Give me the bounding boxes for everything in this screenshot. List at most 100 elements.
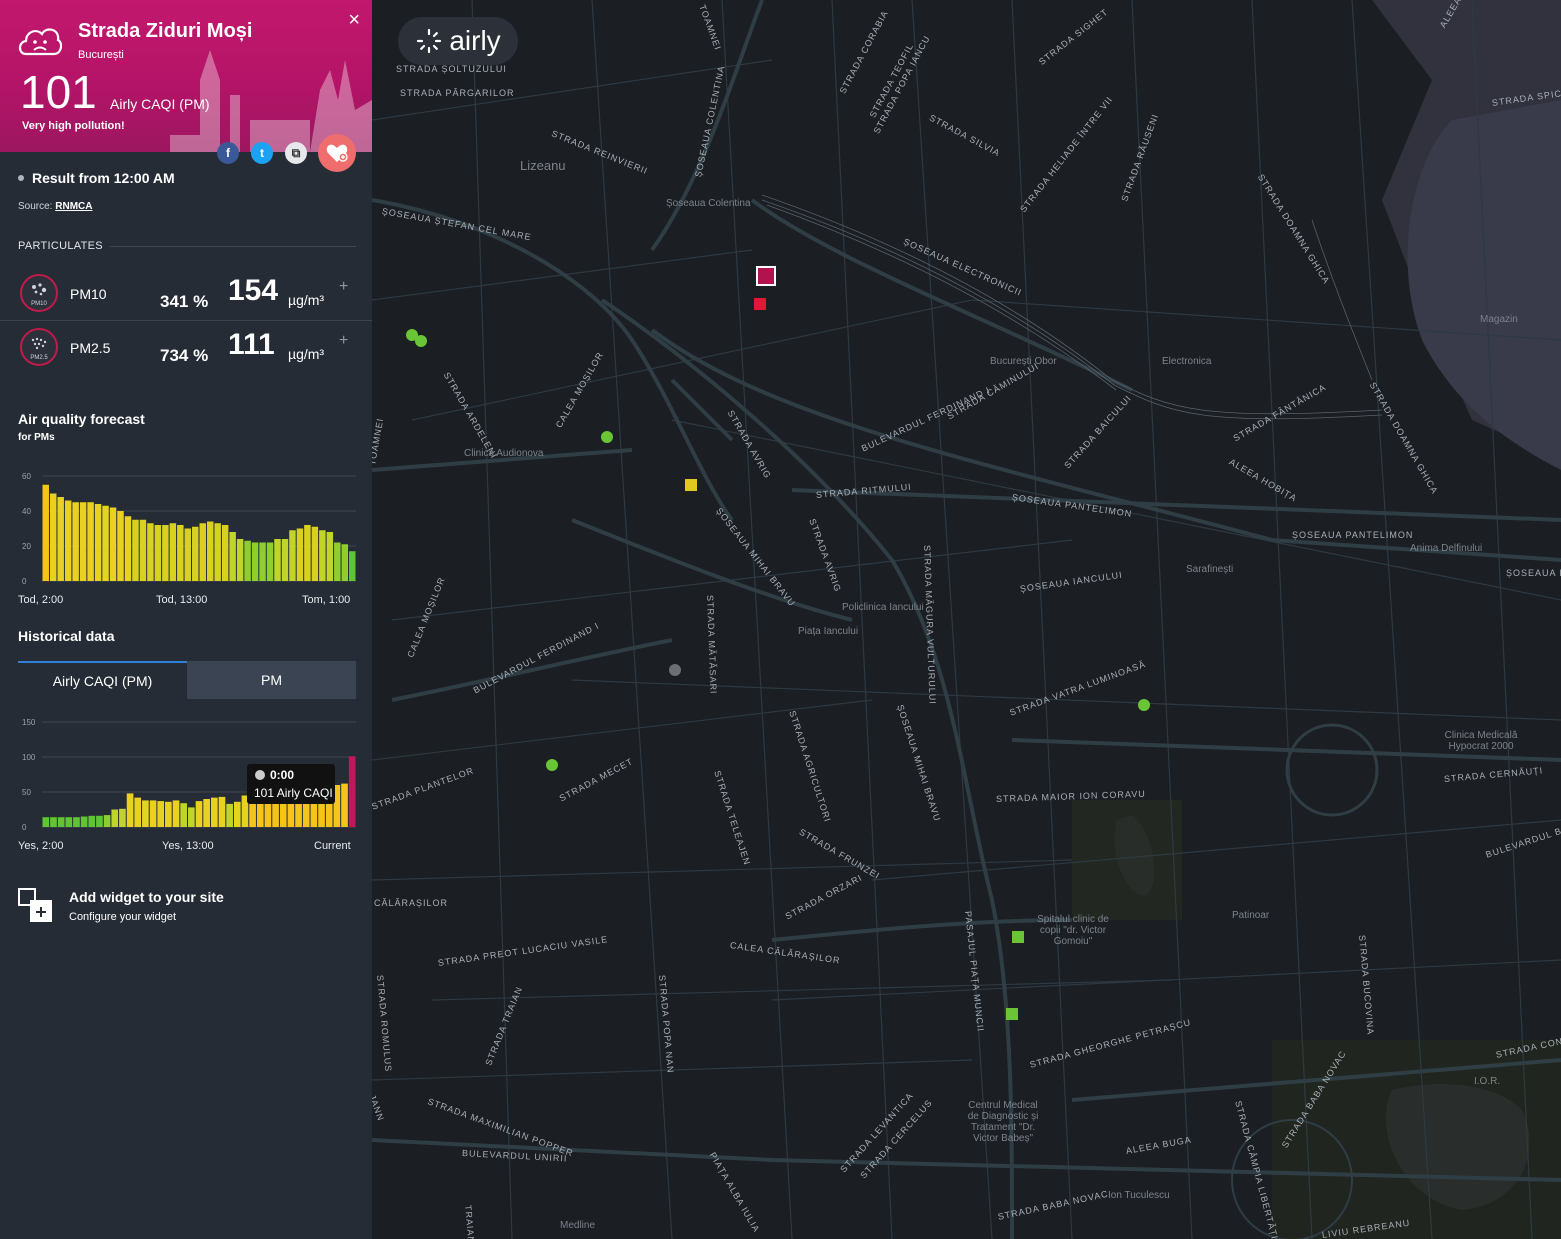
chart-bar[interactable] [326, 532, 334, 581]
chart-bar[interactable] [87, 502, 94, 581]
chart-bar[interactable] [72, 502, 79, 581]
chart-bar[interactable] [64, 500, 72, 582]
widget-title[interactable]: Add widget to your site [69, 889, 224, 905]
chart-bar[interactable] [119, 808, 126, 827]
chart-bar[interactable] [132, 519, 139, 581]
chart-bar[interactable] [192, 526, 199, 581]
chart-bar[interactable] [229, 532, 236, 581]
selected-station-marker[interactable] [756, 266, 776, 286]
chart-bar[interactable] [349, 551, 356, 581]
chart-bar[interactable] [94, 504, 102, 581]
poi-label: Lizeanu [520, 158, 566, 173]
widget-subtitle[interactable]: Configure your widget [69, 911, 176, 923]
chart-bar[interactable] [80, 816, 88, 828]
chart-bar[interactable] [154, 525, 162, 581]
chart-bar[interactable] [49, 493, 57, 582]
close-button[interactable]: × [348, 10, 360, 30]
chart-bar[interactable] [79, 502, 87, 581]
chart-bar[interactable] [188, 807, 195, 827]
chart-bar[interactable] [221, 525, 229, 581]
chart-bar[interactable] [203, 799, 210, 827]
chart-bar[interactable] [348, 756, 356, 827]
chart-bar[interactable] [42, 484, 49, 581]
chart-bar[interactable] [281, 539, 289, 581]
chart-bar[interactable] [157, 801, 165, 827]
sensor-marker[interactable] [415, 335, 427, 347]
source-link[interactable]: RNMCA [55, 201, 92, 212]
chart-bar[interactable] [134, 797, 142, 827]
chart-bar[interactable] [184, 528, 192, 582]
station-marker[interactable] [1012, 931, 1024, 943]
copy-link-icon[interactable]: ⧉ [285, 142, 307, 164]
chart-bar[interactable] [73, 817, 80, 827]
map-canvas[interactable]: STRADA ȘOLTUZULUI STRADA PÂRGARILOR STRADA… [372, 0, 1561, 1239]
chart-bar[interactable] [334, 542, 341, 582]
chart-bar[interactable] [319, 530, 326, 581]
chart-bar[interactable] [165, 801, 172, 827]
chart-bar[interactable] [50, 817, 57, 827]
chart-bar[interactable] [304, 525, 311, 581]
chart-bar[interactable] [226, 803, 233, 827]
chart-bar[interactable] [195, 801, 203, 827]
chart-bar[interactable] [102, 505, 109, 581]
airly-logo[interactable]: airly [398, 17, 518, 65]
chart-bar[interactable] [210, 797, 218, 827]
facebook-share-icon[interactable]: f [217, 142, 239, 164]
chart-bar[interactable] [199, 523, 206, 581]
chart-bar[interactable] [180, 803, 188, 827]
chart-bar[interactable] [111, 809, 119, 828]
chart-bar[interactable] [147, 523, 154, 581]
chart-bar[interactable] [341, 783, 348, 827]
chart-bar[interactable] [274, 539, 281, 581]
chart-bar[interactable] [117, 511, 124, 581]
chart-bar[interactable] [244, 540, 251, 581]
chart-bar[interactable] [233, 801, 241, 827]
chart-bar[interactable] [124, 516, 132, 581]
chart-bar[interactable] [57, 497, 64, 581]
chart-bar[interactable] [251, 542, 259, 582]
chart-bar[interactable] [57, 817, 65, 827]
chart-bar[interactable] [341, 544, 349, 581]
chart-bar[interactable] [172, 800, 180, 827]
chart-bar[interactable] [289, 530, 296, 581]
forecast-chart[interactable]: 0 20 40 60 [0, 466, 372, 588]
pm25-row[interactable]: PM2.5 PM2.5 734 % 111 µg/m³ + [0, 328, 372, 382]
station-marker[interactable] [754, 298, 766, 310]
sensor-marker[interactable] [1138, 699, 1150, 711]
station-marker[interactable] [1006, 1008, 1018, 1020]
pm10-percent: 341 % [160, 292, 209, 311]
chart-bar[interactable] [96, 815, 103, 827]
chart-bar[interactable] [259, 542, 266, 582]
station-marker[interactable] [685, 479, 697, 491]
chart-bar[interactable] [266, 542, 274, 582]
chart-bar[interactable] [214, 523, 221, 581]
sensor-marker-inactive[interactable] [669, 664, 681, 676]
twitter-share-icon[interactable]: t [251, 142, 273, 164]
sensor-marker[interactable] [601, 431, 613, 443]
pm10-expand-button[interactable]: + [339, 278, 348, 296]
chart-bar[interactable] [149, 800, 157, 827]
chart-bar[interactable] [236, 539, 244, 581]
sensor-marker[interactable] [546, 759, 558, 771]
chart-bar[interactable] [109, 507, 117, 582]
chart-bar[interactable] [169, 523, 177, 581]
chart-bar[interactable] [206, 521, 214, 582]
chart-bar[interactable] [177, 525, 184, 581]
chart-bar[interactable] [42, 817, 50, 827]
chart-bar[interactable] [139, 519, 147, 581]
chart-bar[interactable] [142, 800, 149, 827]
tab-airly-caqi[interactable]: Airly CAQI (PM) [18, 661, 187, 699]
chart-bar[interactable] [88, 815, 96, 827]
chart-bar[interactable] [65, 817, 73, 827]
chart-bar[interactable] [218, 796, 226, 827]
chart-bar[interactable] [296, 528, 304, 582]
airly-logo-icon [417, 28, 442, 54]
chart-bar[interactable] [311, 526, 319, 581]
pm25-expand-button[interactable]: + [339, 332, 348, 350]
chart-bar[interactable] [126, 793, 134, 827]
chart-bar[interactable] [162, 525, 169, 581]
chart-bar[interactable] [103, 815, 111, 827]
widget-icon[interactable] [18, 888, 54, 924]
favorite-button[interactable] [318, 134, 356, 172]
tab-pm[interactable]: PM [187, 661, 356, 699]
